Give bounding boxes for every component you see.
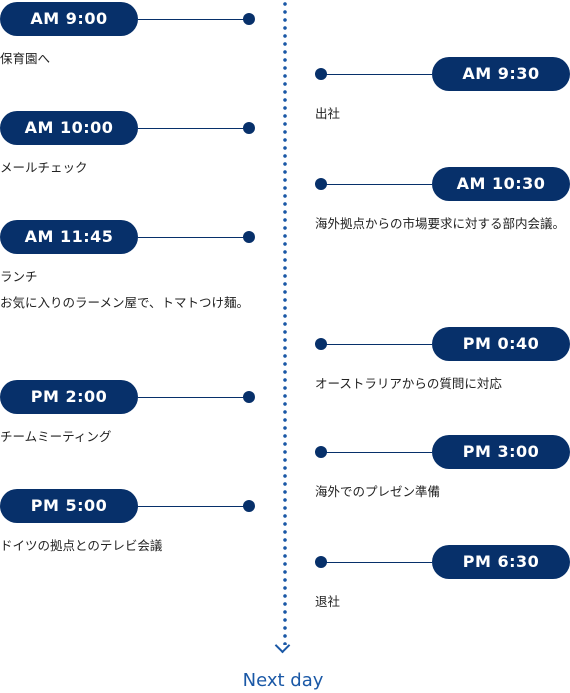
time-badge: AM 10:00 bbox=[0, 111, 138, 145]
timeline-entry: AM 11:45 ランチお気に入りのラーメン屋で、トマトつけ麺。 bbox=[0, 220, 285, 310]
timeline-entry: PM 6:30 退社 bbox=[285, 545, 570, 625]
time-badge: PM 2:00 bbox=[0, 380, 138, 414]
timeline-dot bbox=[243, 500, 255, 512]
entry-text: チームミーティング bbox=[0, 429, 112, 444]
time-badge: AM 9:30 bbox=[432, 57, 570, 91]
timeline-dot bbox=[243, 122, 255, 134]
timeline-dot bbox=[315, 556, 327, 568]
connector-line bbox=[321, 73, 432, 75]
connector-line bbox=[138, 396, 244, 398]
connector-line bbox=[321, 561, 432, 563]
timeline-entry: AM 9:00 保育園へ bbox=[0, 2, 285, 82]
connector-line bbox=[138, 18, 244, 20]
entry-text: 保育園へ bbox=[0, 51, 51, 66]
time-badge: AM 10:30 bbox=[432, 167, 570, 201]
timeline-dot bbox=[315, 178, 327, 190]
entry-subtext: お気に入りのラーメン屋で、トマトつけ麺。 bbox=[0, 295, 250, 310]
connector-line bbox=[321, 451, 432, 453]
entry-text: ランチ bbox=[0, 269, 38, 284]
timeline-dot bbox=[315, 446, 327, 458]
connector-line bbox=[138, 127, 244, 129]
time-badge: PM 3:00 bbox=[432, 435, 570, 469]
timeline-entry: PM 5:00 ドイツの拠点とのテレビ会議 bbox=[0, 489, 285, 569]
timeline-entry: AM 9:30 出社 bbox=[285, 57, 570, 137]
entry-text: 海外拠点からの市場要求に対する部内会議。 bbox=[315, 216, 566, 231]
entry-text: メールチェック bbox=[0, 160, 88, 175]
time-badge: PM 6:30 bbox=[432, 545, 570, 579]
connector-line bbox=[138, 505, 244, 507]
chevron-down-icon bbox=[274, 637, 291, 654]
timeline-entry: AM 10:30 海外拠点からの市場要求に対する部内会議。 bbox=[285, 167, 570, 247]
timeline-dot bbox=[315, 68, 327, 80]
time-badge: AM 9:00 bbox=[0, 2, 138, 36]
timeline-dot bbox=[243, 231, 255, 243]
time-badge: AM 11:45 bbox=[0, 220, 138, 254]
timeline-dot bbox=[243, 13, 255, 25]
timeline-entry: PM 0:40 オーストラリアからの質問に対応 bbox=[285, 327, 570, 407]
entry-text: 海外でのプレゼン準備 bbox=[315, 484, 441, 499]
timeline: Next day AM 9:00 保育園へ AM 10:00 メールチェック AM … bbox=[0, 0, 570, 693]
time-badge: PM 0:40 bbox=[432, 327, 570, 361]
entry-text: 出社 bbox=[315, 106, 341, 121]
next-day-label: Next day bbox=[242, 670, 324, 691]
time-badge: PM 5:00 bbox=[0, 489, 138, 523]
timeline-dot bbox=[315, 338, 327, 350]
timeline-entry: PM 2:00 チームミーティング bbox=[0, 380, 285, 460]
entry-text: ドイツの拠点とのテレビ会議 bbox=[0, 538, 163, 553]
connector-line bbox=[138, 236, 244, 238]
connector-line bbox=[321, 343, 432, 345]
timeline-entry: AM 10:00 メールチェック bbox=[0, 111, 285, 191]
timeline-entry: PM 3:00 海外でのプレゼン準備 bbox=[285, 435, 570, 515]
entry-text: 退社 bbox=[315, 594, 341, 609]
timeline-dot bbox=[243, 391, 255, 403]
connector-line bbox=[321, 183, 432, 185]
entry-text: オーストラリアからの質問に対応 bbox=[315, 376, 502, 391]
